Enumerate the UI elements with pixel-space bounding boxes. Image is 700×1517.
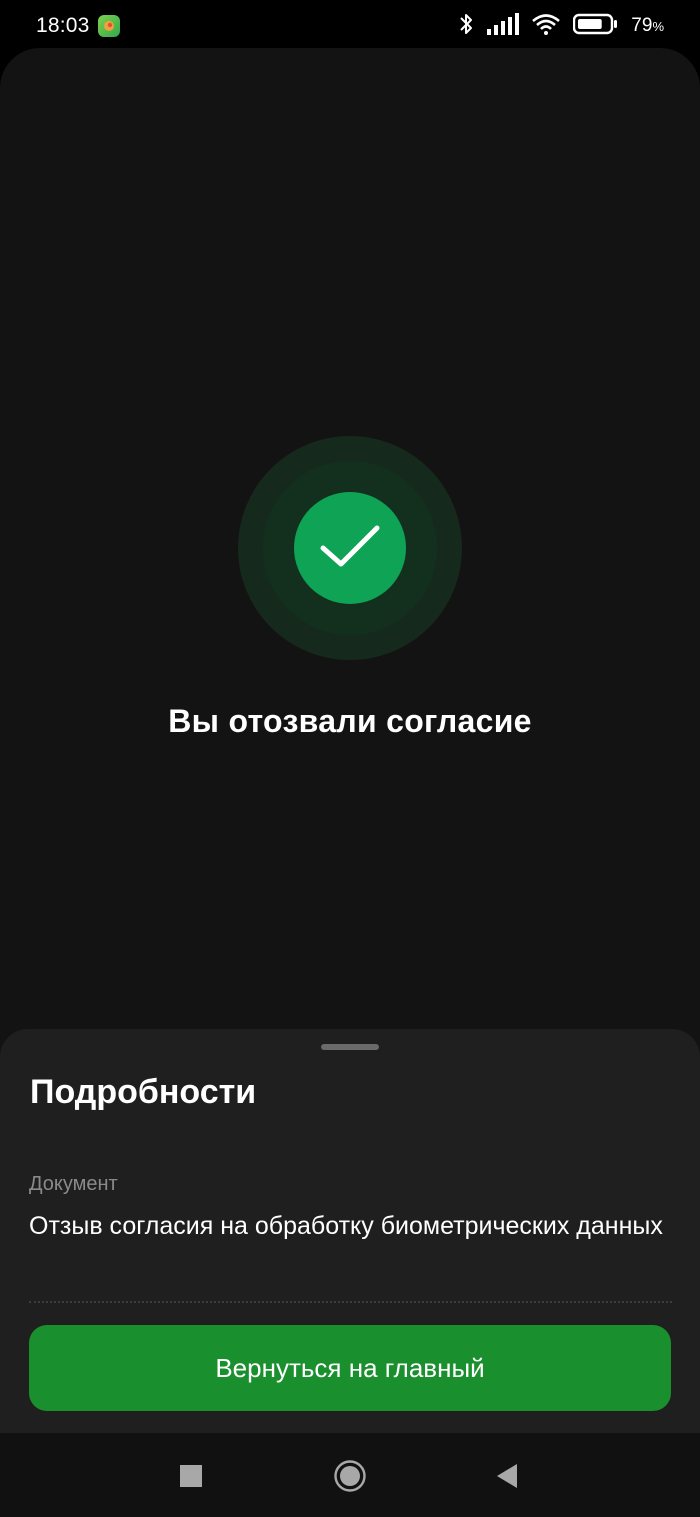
divider [29,1301,672,1303]
status-bar-right: 79% [457,12,664,41]
status-time: 18:03 [36,14,90,37]
back-triangle-icon[interactable] [490,1459,524,1493]
details-bottom-sheet: Подробности Документ Отзыв согласия на о… [0,1029,700,1433]
battery-icon [573,13,619,40]
return-home-button[interactable]: Вернуться на главный [29,1325,671,1411]
status-bar: 18:03 79% [0,0,700,52]
result-title: Вы отозвали согласие [168,703,532,739]
bluetooth-icon [457,12,475,41]
home-circle-icon[interactable] [333,1459,367,1493]
details-title: Подробности [30,1073,257,1111]
sheet-drag-handle[interactable] [321,1044,379,1050]
app-screen: Вы отозвали согласие Подробности Докумен… [0,48,700,1433]
document-label: Документ [29,1173,118,1195]
wifi-icon [531,13,561,40]
system-nav-bar [0,1433,700,1517]
checkmark-icon [319,522,381,575]
signal-icon [487,12,520,40]
document-value: Отзыв согласия на обработку биометрическ… [29,1212,663,1240]
battery-percent: 79% [631,15,664,36]
app-notification-icon [97,15,120,37]
success-indicator [238,436,462,660]
success-badge [294,492,406,604]
recents-square-icon[interactable] [174,1459,208,1493]
status-bar-left: 18:03 [36,14,120,38]
